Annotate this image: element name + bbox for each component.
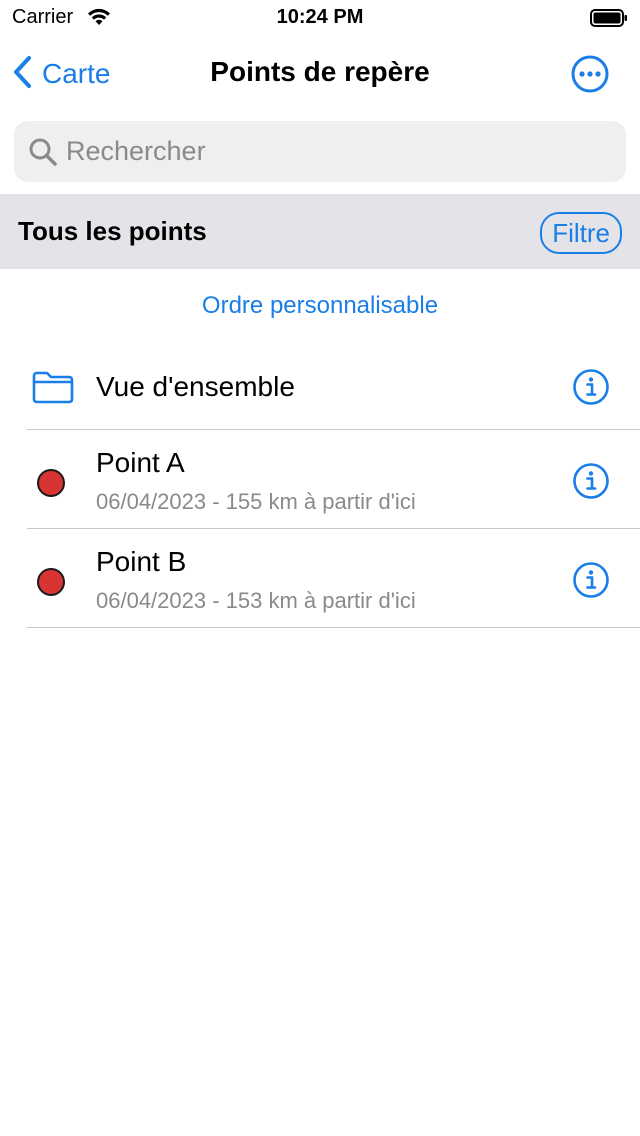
red-pin-icon [37,469,65,497]
status-bar: Carrier 10:24 PM [0,0,640,40]
list-item-subtitle: 06/04/2023 - 153 km à partir d'ici [96,588,416,613]
divider [27,627,640,628]
info-icon [573,463,609,499]
info-button[interactable] [572,561,610,599]
more-options-button[interactable] [570,54,610,94]
info-button[interactable] [572,462,610,500]
folder-icon [31,370,75,409]
info-icon [573,562,609,598]
list-item-title: Point B [96,546,187,577]
info-button[interactable] [572,368,610,406]
navigation-bar: Carte Points de repère [0,40,640,108]
list-item-title: Point A [96,447,185,478]
red-pin-icon [37,568,65,596]
list-item-subtitle: 06/04/2023 - 155 km à partir d'ici [96,489,416,514]
info-icon [573,369,609,405]
custom-order-link[interactable]: Ordre personnalisable [0,292,640,320]
page-title: Points de repère [210,56,430,87]
battery-icon [590,8,628,33]
list-item-point[interactable]: Point B 06/04/2023 - 153 km à partir d'i… [0,529,640,628]
search-input[interactable] [66,121,606,182]
search-bar[interactable] [14,121,626,182]
section-header: Tous les points Filtre [0,194,640,269]
ellipsis-circle-icon [571,55,609,93]
list-item-title: Vue d'ensemble [96,371,295,402]
list-item-point[interactable]: Point A 06/04/2023 - 155 km à partir d'i… [0,430,640,529]
section-title: Tous les points [18,216,207,246]
search-icon [28,137,58,172]
list-item-folder[interactable]: Vue d'ensemble [0,343,640,430]
clock: 10:24 PM [276,6,364,28]
filter-button[interactable]: Filtre [540,212,622,254]
